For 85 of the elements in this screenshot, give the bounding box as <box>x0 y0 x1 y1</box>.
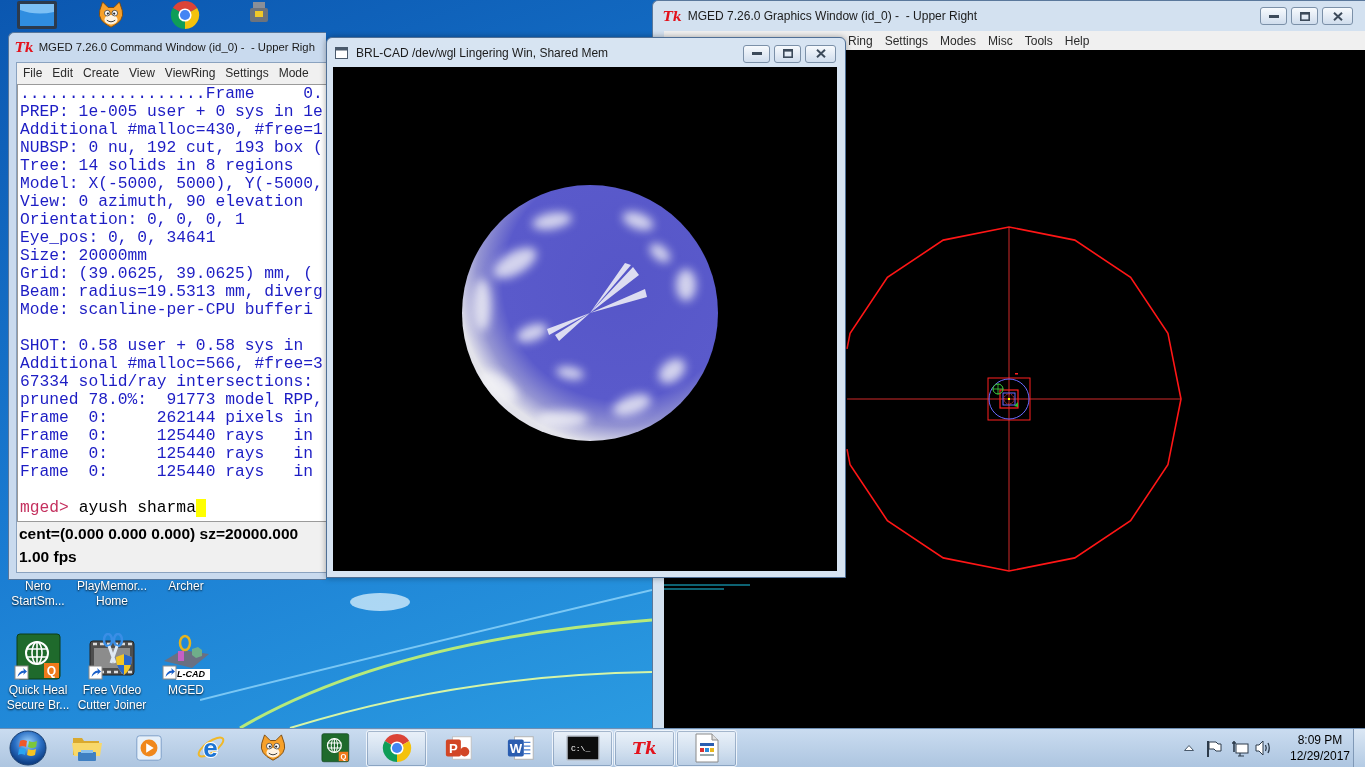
console-line: NUBSP: 0 nu, 192 cut, 193 box ( <box>20 139 323 157</box>
menu-item[interactable]: Modes <box>940 31 977 50</box>
circle-logo-icon[interactable] <box>170 0 200 30</box>
menu-item[interactable]: View <box>129 64 155 82</box>
console-line: Eye_pos: 0, 0, 34641 <box>20 229 216 247</box>
page-icon <box>693 733 720 763</box>
window-title: MGED 7.26.0 Command Window (id_0) - - Upper Righ <box>38 40 315 56</box>
icon-label[interactable]: MGED <box>168 683 204 698</box>
icon-label[interactable]: Quick Heal Secure Br... <box>6 683 70 713</box>
menu-item[interactable]: ViewRing <box>164 64 216 82</box>
menu-item[interactable]: File <box>23 64 43 82</box>
console-line: PREP: 1e-005 user + 0 sys in 1e <box>20 103 323 121</box>
console-line: Additional #malloc=566, #free=3 <box>20 355 323 373</box>
clock-date[interactable]: 12/29/2017 <box>1289 748 1351 764</box>
window-title: MGED 7.26.0 Graphics Window (id_0) - - Upper Right <box>687 8 978 25</box>
app-logo: Tk <box>15 41 34 54</box>
close-button[interactable] <box>1322 7 1353 25</box>
minimize-icon <box>751 52 762 55</box>
taskbar-button[interactable] <box>676 729 737 767</box>
maximize-icon <box>1299 11 1310 21</box>
status-text: cent=(0.000 0.000 0.000) sz=20000.000 <box>19 524 299 544</box>
console-line: 67334 solid/ray intersections: <box>20 373 314 391</box>
icon-label[interactable]: Free Video Cutter Joiner <box>77 683 147 713</box>
console-line: Frame 0: 125440 rays in <box>20 427 314 445</box>
window-icon <box>335 46 348 59</box>
minimize-button[interactable] <box>1260 7 1287 25</box>
maximize-button[interactable] <box>774 44 801 63</box>
close-icon <box>815 49 826 58</box>
film-scissors-icon[interactable] <box>88 633 136 681</box>
minimize-button[interactable] <box>743 44 770 63</box>
console-line: ...................Frame 0. <box>20 85 323 103</box>
menu-item[interactable]: Settings <box>225 64 269 82</box>
start-orb-icon <box>9 730 47 766</box>
menu-item[interactable]: Settings <box>884 31 929 50</box>
menu-item[interactable]: Ring <box>848 31 873 50</box>
taskbar-button[interactable]: C:\_ <box>552 729 613 767</box>
play-icon <box>133 733 164 763</box>
circle-logo-icon <box>381 733 412 763</box>
prompt-label: mged> <box>20 499 69 517</box>
console-line: Size: 20000mm <box>20 247 147 265</box>
taskbar-button[interactable]: Tk <box>614 729 675 767</box>
up-arrow-icon[interactable] <box>1184 745 1194 751</box>
network-icon[interactable] <box>1231 739 1249 757</box>
icon-label[interactable]: PlayMemor... Home <box>77 579 147 609</box>
clock-time[interactable]: 8:09 PM <box>1297 732 1343 748</box>
console-line: Frame 0: 262144 pixels in <box>20 409 314 427</box>
menu-item[interactable]: Tools <box>1024 31 1053 50</box>
console-line: SHOT: 0.58 user + 0.58 sys in <box>20 337 304 355</box>
console-line: Grid: (39.0625, 39.0625) mm, ( <box>20 265 314 283</box>
console-line: Orientation: 0, 0, 0, 1 <box>20 211 245 229</box>
status-text: 1.00 fps <box>19 547 77 567</box>
menu-item[interactable]: Create <box>83 64 120 82</box>
terminal-icon: C:\_ <box>565 735 600 761</box>
console-line: Additional #malloc=430, #free=1 <box>20 121 323 139</box>
console-line: View: 0 azimuth, 90 elevation <box>20 193 304 211</box>
command-input[interactable]: ayush sharma <box>78 499 196 517</box>
menu-item[interactable]: Mode <box>278 64 309 82</box>
console-line: Model: X(-5000, 5000), Y(-5000, <box>20 175 323 193</box>
flag-icon[interactable] <box>1206 739 1222 757</box>
icon-label[interactable]: Nero StartSm... <box>11 579 65 609</box>
maximize-button[interactable] <box>1291 7 1318 25</box>
maximize-icon <box>782 49 793 58</box>
menu-item[interactable]: Misc <box>988 31 1013 50</box>
volume-icon[interactable] <box>1255 740 1272 756</box>
console-line: Mode: scanline-per-CPU bufferi <box>20 301 314 319</box>
cat-icon[interactable] <box>96 0 126 30</box>
console-line: pruned 78.0%: 91773 model RPP, <box>20 391 323 409</box>
menu-item[interactable]: Help <box>1064 31 1090 50</box>
indicator-line <box>664 588 725 590</box>
minimize-icon <box>1268 14 1279 18</box>
monitor-icon[interactable] <box>14 0 60 30</box>
console-line: Beam: radius=19.5313 mm, diverg <box>20 283 323 301</box>
app-logo: Tk <box>663 9 682 23</box>
menu-item[interactable]: Edit <box>52 64 74 82</box>
window-title: BRL-CAD /dev/wgl Lingering Win, Shared Mem <box>356 44 609 62</box>
icon-label[interactable]: Archer <box>168 579 204 594</box>
console-line: Frame 0: 125440 rays in <box>20 463 314 481</box>
close-icon <box>1332 11 1343 21</box>
taskbar-button[interactable] <box>366 729 427 767</box>
taskbar-button[interactable]: P <box>428 729 489 767</box>
close-button[interactable] <box>805 44 836 63</box>
taskbar-button[interactable]: W <box>490 729 551 767</box>
console-line: Tree: 14 solids in 8 regions <box>20 157 294 175</box>
model-wireframe-drawing <box>987 373 1031 421</box>
console-line: Frame 0: 125440 rays in <box>20 445 314 463</box>
